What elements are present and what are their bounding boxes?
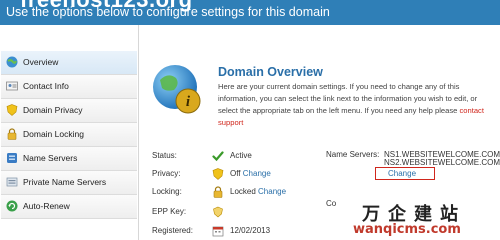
sidebar-item-contact-info[interactable]: Contact Info	[1, 75, 137, 99]
intro-text: Here are your current domain settings. I…	[218, 81, 490, 129]
sidebar-item-overview[interactable]: Overview	[1, 51, 137, 75]
sidebar-item-auto-renew[interactable]: Auto-Renew	[1, 195, 137, 219]
page-title: Domain Overview	[218, 65, 323, 79]
name-server-2: NS2.WEBSITEWELCOME.COM	[384, 158, 500, 167]
privacy-change-link[interactable]: Change	[243, 169, 271, 178]
sidebar-item-label: Domain Privacy	[23, 105, 83, 115]
sidebar-item-name-servers[interactable]: Name Servers	[1, 147, 137, 171]
sidebar-item-domain-locking[interactable]: Domain Locking	[1, 123, 137, 147]
epp-key-label: EPP Key:	[152, 207, 187, 216]
check-icon	[212, 151, 224, 162]
page-header: freehost123.org Use the options below to…	[0, 0, 500, 25]
lock-icon	[213, 186, 223, 198]
header-subtitle: Use the options below to configure setti…	[6, 5, 330, 19]
status-value: Active	[230, 151, 252, 160]
key-shield-icon	[213, 206, 223, 218]
privacy-value: Off Change	[230, 169, 271, 178]
name-servers-label: Name Servers:	[326, 150, 380, 159]
sidebar-item-label: Contact Info	[23, 81, 69, 91]
intro-body: Here are your current domain settings. I…	[218, 82, 478, 115]
sidebar-item-label: Name Servers	[23, 153, 78, 163]
renew-icon	[6, 200, 18, 212]
locking-value: Locked Change	[230, 187, 286, 196]
sidebar-item-label: Auto-Renew	[23, 201, 70, 211]
globe-icon	[6, 56, 18, 68]
private-server-icon	[6, 177, 18, 187]
lock-icon	[7, 128, 17, 140]
sidebar-item-label: Domain Locking	[23, 129, 84, 139]
sidebar: Overview Contact Info Domain Privacy Dom…	[0, 25, 139, 240]
shield-icon	[6, 104, 18, 116]
locking-label: Locking:	[152, 187, 182, 196]
shield-icon	[212, 168, 224, 180]
watermark-url-text: wanqicms.com	[353, 222, 461, 237]
registered-label: Registered:	[152, 226, 193, 235]
calendar-icon	[212, 226, 224, 237]
sidebar-item-private-name-servers[interactable]: Private Name Servers	[1, 171, 137, 195]
contact-card-icon	[6, 81, 18, 91]
sidebar-item-label: Overview	[23, 57, 59, 67]
server-icon	[7, 153, 17, 163]
locking-status: Locked	[230, 187, 256, 196]
privacy-label: Privacy:	[152, 169, 181, 178]
registered-value: 12/02/2013	[230, 226, 271, 235]
name-servers-change-link[interactable]: Change	[388, 169, 416, 178]
domain-overview-globe-icon: i	[153, 65, 201, 114]
contacts-label: Co	[326, 199, 337, 208]
status-label: Status:	[152, 151, 177, 160]
watermark: 万企建站 wanqicms.com	[340, 196, 500, 240]
sidebar-item-domain-privacy[interactable]: Domain Privacy	[1, 99, 137, 123]
sidebar-item-label: Private Name Servers	[23, 177, 107, 187]
locking-change-link[interactable]: Change	[258, 187, 286, 196]
privacy-status: Off	[230, 169, 241, 178]
